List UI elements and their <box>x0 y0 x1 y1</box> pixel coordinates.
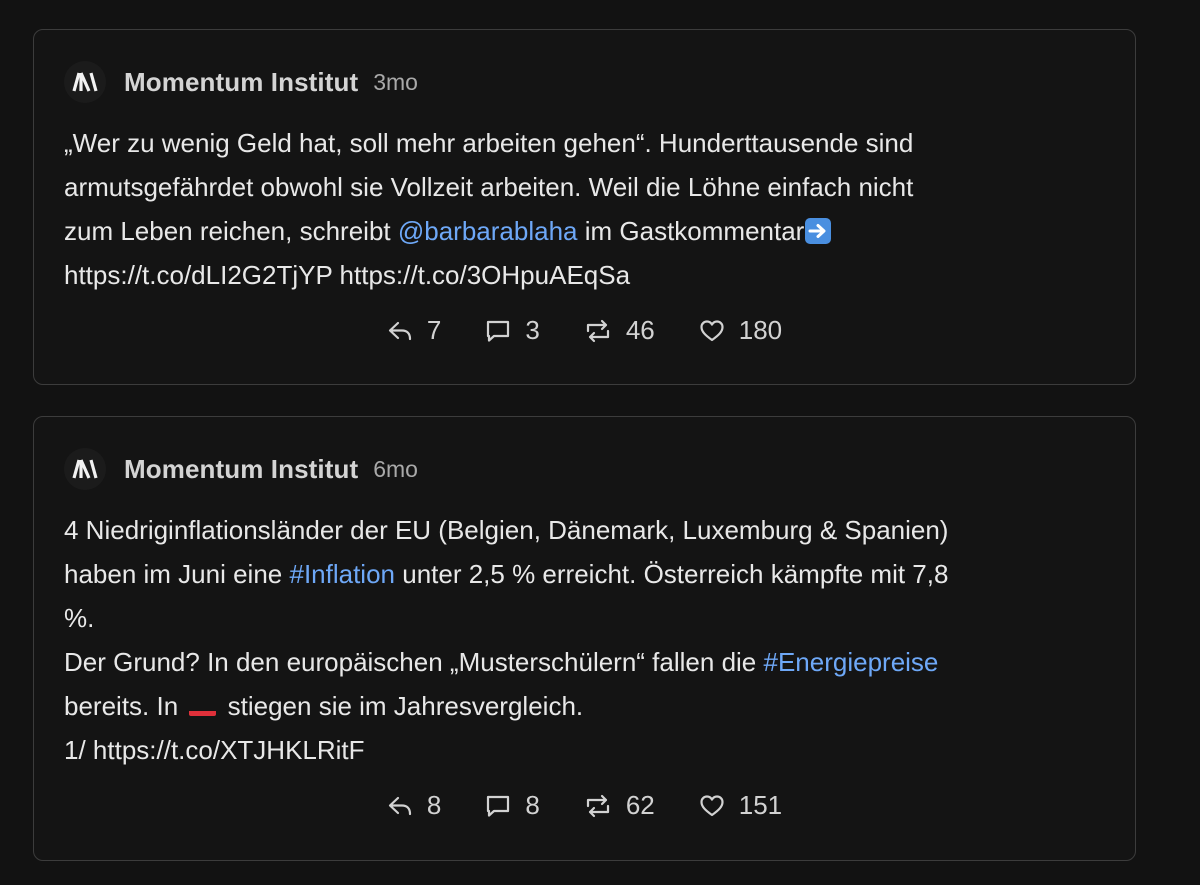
post-header: Momentum Institut 6mo <box>64 447 418 491</box>
comment-count: 8 <box>525 790 540 820</box>
comment-button[interactable]: 3 <box>485 315 540 346</box>
text-segment: bereits. In <box>64 691 186 721</box>
hashtag-link[interactable]: #Inflation <box>289 559 395 589</box>
avatar[interactable] <box>64 448 106 490</box>
post-card[interactable]: Momentum Institut 6mo 4 Niedriginflation… <box>33 416 1136 861</box>
author-name[interactable]: Momentum Institut <box>124 454 358 485</box>
reply-count: 8 <box>426 790 442 820</box>
post-text-line: %. <box>64 603 95 633</box>
post-links-line[interactable]: https://t.co/dLI2G2TjYP https://t.co/3OH… <box>64 253 1095 297</box>
reply-count: 7 <box>426 315 442 345</box>
post-text-line: armutsgefährdet obwohl sie Vollzeit arbe… <box>64 172 914 202</box>
heart-icon <box>700 319 724 341</box>
repost-icon <box>586 794 609 817</box>
repost-count: 46 <box>625 315 655 345</box>
like-button[interactable]: 180 <box>699 315 782 346</box>
reply-button[interactable]: 7 <box>387 315 441 346</box>
post-text: 4 Niedriginflationsländer der EU (Belgie… <box>64 508 1095 772</box>
post-text-line: zum Leben reichen, schreibt @barbarablah… <box>64 209 1095 253</box>
like-button[interactable]: 151 <box>699 790 782 821</box>
arrow-right-emoji-icon <box>805 218 832 244</box>
like-count: 180 <box>738 315 783 345</box>
avatar[interactable] <box>64 61 106 103</box>
post-time[interactable]: 3mo <box>373 69 418 96</box>
reply-icon <box>388 796 411 815</box>
comment-count: 3 <box>525 315 540 345</box>
reply-button[interactable]: 8 <box>387 790 441 821</box>
heart-icon <box>700 794 724 816</box>
post-text-line: 4 Niedriginflationsländer der EU (Belgie… <box>64 515 949 545</box>
text-segment: stiegen sie im Jahresvergleich. <box>220 691 584 721</box>
post-text: „Wer zu wenig Geld hat, soll mehr arbeit… <box>64 121 1095 297</box>
repost-button[interactable]: 46 <box>584 315 655 346</box>
comment-icon <box>487 320 510 342</box>
author-name[interactable]: Momentum Institut <box>124 67 358 98</box>
like-count: 151 <box>738 790 783 820</box>
post-text-line: Der Grund? In den europäischen „Mustersc… <box>64 640 1095 684</box>
post-header: Momentum Institut 3mo <box>64 60 418 104</box>
comment-button[interactable]: 8 <box>485 790 540 821</box>
reply-icon <box>388 321 411 340</box>
post-text-line: „Wer zu wenig Geld hat, soll mehr arbeit… <box>64 128 914 158</box>
post-text-line: bereits. In stiegen sie im Jahresverglei… <box>64 684 1095 728</box>
post-text-line: haben im Juni eine #Inflation unter 2,5 … <box>64 552 1095 596</box>
post-time[interactable]: 6mo <box>373 456 418 483</box>
text-segment: im Gastkommentar <box>577 216 805 246</box>
comment-icon <box>487 795 510 817</box>
post-card[interactable]: Momentum Institut 3mo „Wer zu wenig Geld… <box>33 29 1136 385</box>
hashtag-link[interactable]: #Energiepreise <box>764 647 939 677</box>
text-segment: zum Leben reichen, schreibt <box>64 216 398 246</box>
repost-button[interactable]: 62 <box>584 790 655 821</box>
post-stats: 8 8 62 151 <box>34 790 1135 821</box>
feed: Momentum Institut 3mo „Wer zu wenig Geld… <box>0 0 1200 885</box>
post-links-line[interactable]: 1/ https://t.co/XTJHKLRitF <box>64 728 1095 772</box>
momentum-logo-icon <box>72 72 98 92</box>
repost-icon <box>586 319 609 342</box>
austria-flag-emoji-icon <box>189 698 217 716</box>
text-segment: Der Grund? In den europäischen „Mustersc… <box>64 647 764 677</box>
post-stats: 7 3 46 180 <box>34 315 1135 346</box>
text-segment: haben im Juni eine <box>64 559 290 589</box>
momentum-logo-icon <box>72 459 98 479</box>
text-segment: unter 2,5 % erreicht. Österreich kämpfte… <box>395 559 949 589</box>
repost-count: 62 <box>625 790 655 820</box>
mention-link[interactable]: @barbarablaha <box>398 216 578 246</box>
